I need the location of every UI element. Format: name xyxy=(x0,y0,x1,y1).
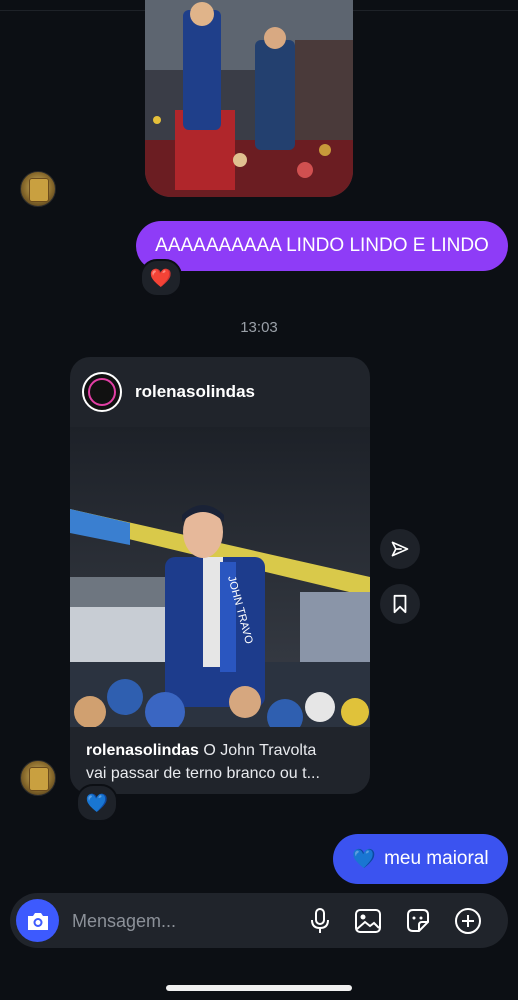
message-timestamp: 13:03 xyxy=(240,319,278,336)
caption-text-line2: vai passar de terno branco ou t... xyxy=(86,765,320,782)
gallery-button[interactable] xyxy=(352,905,384,937)
share-post-button[interactable] xyxy=(380,529,420,569)
sticker-icon xyxy=(407,909,429,932)
message-composer xyxy=(10,893,508,948)
blue-heart-emoji: 💙 xyxy=(352,849,377,870)
more-button[interactable] xyxy=(452,905,484,937)
mic-icon xyxy=(311,908,329,933)
save-post-button[interactable] xyxy=(380,584,420,624)
carnival-photo xyxy=(145,0,353,197)
sticker-button[interactable] xyxy=(402,905,434,937)
shared-post-header[interactable]: rolenasolindas xyxy=(70,357,370,427)
message-input[interactable] xyxy=(70,901,294,941)
caption-text-line1: O John Travolta xyxy=(198,742,317,759)
plus-icon xyxy=(455,908,481,934)
caption-username: rolenasolindas xyxy=(86,742,199,759)
bookmark-icon xyxy=(393,594,407,614)
camera-icon xyxy=(27,912,48,930)
send-icon xyxy=(391,541,409,557)
heart-reaction[interactable]: ❤️ xyxy=(140,259,182,297)
home-indicator[interactable] xyxy=(166,985,352,991)
giant-puppet-photo: JOHN TRAVO xyxy=(70,427,370,727)
gallery-icon xyxy=(355,909,381,933)
shared-post-caption: rolenasolindas O John Travolta vai passa… xyxy=(70,727,370,785)
message-text: AAAAAAAAAA LINDO LINDO E LINDO xyxy=(155,235,489,256)
blue-heart-reaction[interactable]: 💙 xyxy=(76,784,118,822)
outgoing-message-bubble[interactable]: AAAAAAAAAA LINDO LINDO E LINDO xyxy=(136,221,508,271)
mic-button[interactable] xyxy=(304,905,336,937)
outgoing-message-bubble[interactable]: 💙 meu maioral xyxy=(333,834,508,884)
contact-avatar[interactable] xyxy=(20,760,56,796)
post-author-avatar xyxy=(82,372,122,412)
contact-avatar[interactable] xyxy=(20,171,56,207)
image-message[interactable] xyxy=(145,0,353,197)
heart-emoji: ❤️ xyxy=(149,267,173,288)
blue-heart-emoji: 💙 xyxy=(85,792,109,813)
shared-post-card[interactable]: rolenasolindas JOHN TRAVO rolenasolindas… xyxy=(70,357,370,794)
camera-button[interactable] xyxy=(16,899,59,942)
shared-post-photo[interactable]: JOHN TRAVO xyxy=(70,427,370,727)
message-text: meu maioral xyxy=(384,848,489,869)
post-author-username: rolenasolindas xyxy=(135,382,255,401)
